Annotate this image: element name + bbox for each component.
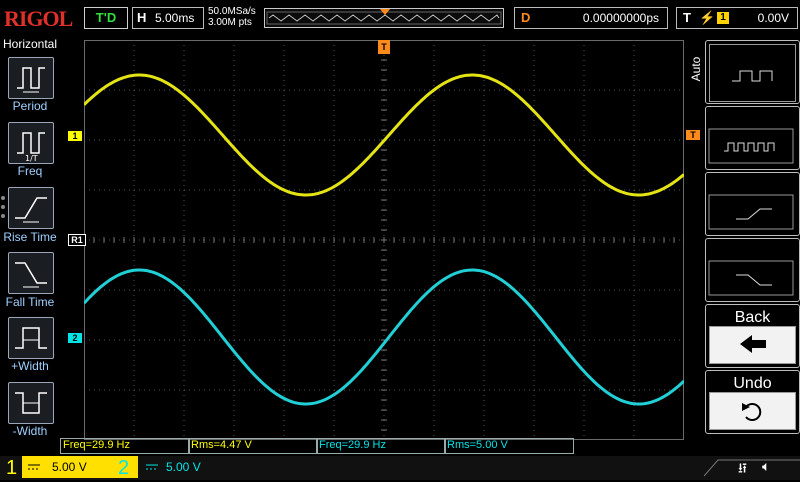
auto-measure-button-3[interactable]: [705, 172, 800, 236]
ch1-scale: 5.00 V: [52, 460, 87, 474]
rising-edge-shape-icon: [708, 194, 794, 230]
measurement-ch1-freq: Freq=29.9 Hz: [60, 438, 190, 454]
channel-bar: 1 5.00 V 2 5.00 V ⭿ 🔈︎: [0, 456, 800, 480]
rise-time-button[interactable]: [8, 187, 54, 229]
period-icon: [17, 67, 45, 93]
status-area: [704, 459, 800, 477]
trigger-level-marker[interactable]: T: [686, 130, 700, 140]
back-arrow-icon: [740, 335, 766, 353]
auto-measure-button-2[interactable]: [705, 106, 800, 170]
waveform-grid: [82, 39, 686, 441]
negative-width-label: -Width: [12, 424, 48, 438]
trigger-box[interactable]: T ⚡ 1 0.00V: [676, 7, 798, 29]
measurement-ch2-rms: Rms=5.00 V: [444, 438, 574, 454]
pulse-train-icon: [708, 128, 794, 164]
right-menu-title-wrap: Auto: [688, 40, 704, 100]
ch2-coupling-icon: [146, 464, 158, 470]
ch1-number[interactable]: 1: [6, 456, 17, 480]
brand-logo: RIGOL: [4, 6, 73, 31]
auto-measure-button-1[interactable]: [705, 40, 800, 104]
falling-edge-shape-icon: [708, 260, 794, 296]
back-arrow-box: [709, 326, 796, 364]
trigger-position-marker[interactable]: T: [378, 40, 390, 54]
memory-preview-waveform: [266, 9, 502, 25]
usb-icon: ⭿: [738, 460, 748, 476]
page-indicator: [1, 196, 5, 226]
rise-time-icon: [15, 197, 47, 223]
positive-width-label: +Width: [11, 359, 49, 373]
period-label: Period: [12, 99, 48, 113]
ch2-offset-marker[interactable]: 2: [68, 333, 82, 343]
delay-value: 0.00000000ps: [582, 11, 659, 25]
positive-width-button[interactable]: [8, 317, 54, 359]
ch2-scale: 5.00 V: [166, 460, 201, 474]
ch1-coupling-icon: [28, 464, 40, 470]
undo-arrow-box: [709, 392, 796, 430]
undo-icon: [742, 403, 762, 421]
auto-measure-button-4[interactable]: [705, 238, 800, 302]
rising-edge-icon: ⚡: [699, 10, 716, 25]
negative-width-button[interactable]: [8, 382, 54, 424]
measurement-ch1-rms: Rms=4.47 V: [188, 438, 318, 454]
pulse-icon: [709, 44, 796, 102]
fall-time-button[interactable]: [8, 252, 54, 294]
undo-label: Undo: [733, 375, 772, 392]
timebase-box[interactable]: H 5.00ms: [132, 7, 204, 29]
trigger-key: T: [683, 10, 691, 25]
waveform-display[interactable]: [82, 39, 686, 441]
preview-wave: [268, 14, 500, 22]
rise-time-label: Rise Time: [3, 230, 57, 244]
trigger-level: 0.00V: [757, 11, 789, 25]
period-button[interactable]: [8, 57, 54, 99]
mute-icon[interactable]: 🔈︎: [762, 458, 770, 475]
freq-label: Freq: [17, 164, 43, 178]
freq-button[interactable]: 1/T: [8, 122, 54, 164]
fall-time-label: Fall Time: [5, 295, 55, 309]
memory-depth: 3.00M pts: [208, 17, 252, 28]
svg-text:1/T: 1/T: [25, 154, 38, 163]
positive-width-icon: [15, 327, 47, 349]
measurement-ch2-freq: Freq=29.9 Hz: [316, 438, 446, 454]
ch2-number[interactable]: 2: [118, 456, 129, 480]
delay-key: D: [521, 10, 531, 25]
acquisition-info: 50.0MSa/s 3.00M pts: [208, 6, 264, 30]
timebase-value: 5.00ms: [155, 11, 195, 25]
right-menu-title: Auto: [689, 56, 703, 82]
back-label: Back: [734, 309, 771, 326]
trigger-source: 1: [717, 12, 729, 24]
fall-time-icon: [15, 262, 47, 288]
menu-title: Horizontal: [2, 37, 58, 51]
ch1-offset-marker[interactable]: 1: [68, 131, 82, 141]
freq-icon: 1/T: [17, 132, 45, 163]
delay-box[interactable]: D 0.00000000ps: [514, 7, 668, 29]
undo-button[interactable]: Undo: [705, 370, 800, 434]
memory-preview[interactable]: [264, 8, 504, 28]
sample-rate: 50.0MSa/s: [208, 6, 256, 17]
negative-width-icon: [15, 392, 47, 414]
ref-marker[interactable]: R1: [68, 234, 86, 246]
horizontal-key: H: [137, 10, 147, 25]
run-status[interactable]: T'D: [84, 7, 128, 29]
back-button[interactable]: Back: [705, 304, 800, 368]
